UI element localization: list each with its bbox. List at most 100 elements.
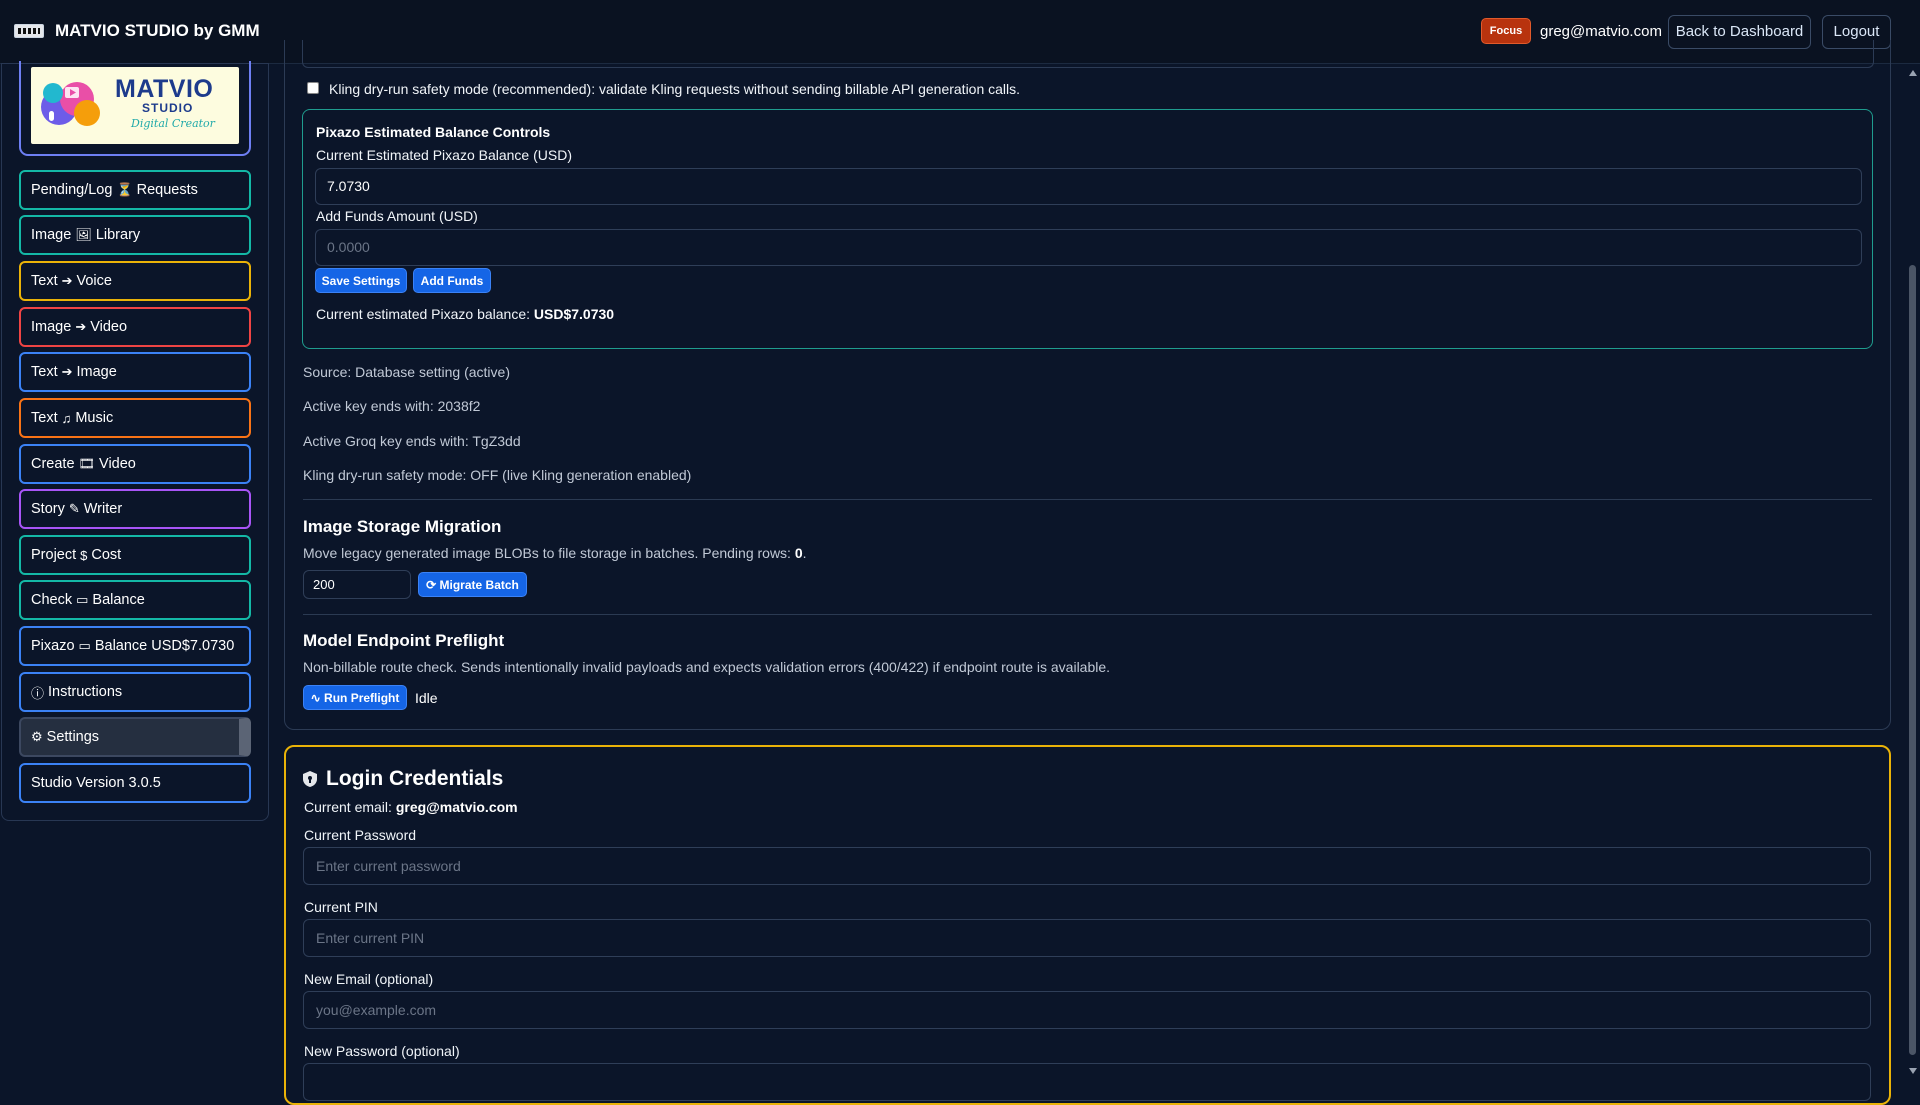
arrow-circle-icon: ➔ — [61, 273, 73, 288]
pending-rows-count: 0 — [794, 545, 803, 561]
sidebar-item-create-video[interactable]: Create 🎞 Video — [19, 444, 251, 484]
scroll-down-arrow-icon[interactable] — [1909, 1068, 1917, 1074]
migration-desc-suffix: . — [802, 545, 807, 561]
active-key-status: Active key ends with: 2038f2 — [303, 398, 481, 414]
migrate-batch-button[interactable]: ⟳ Migrate Batch — [418, 572, 527, 597]
source-status: Source: Database setting (active) — [303, 364, 510, 380]
pixazo-balance-value: USD$7.0730 — [533, 306, 615, 322]
current-pin-input[interactable]: Enter current PIN — [303, 919, 1871, 957]
sidebar-item-label: Video — [90, 319, 128, 335]
migrate-batch-label: Migrate Batch — [439, 578, 519, 592]
logo-subtitle: STUDIO — [142, 101, 194, 115]
logo-frame: MATVIO STUDIO Digital Creator — [19, 61, 251, 156]
current-email: Current email: greg@matvio.com — [304, 799, 518, 815]
sidebar-item-label: Instructions — [48, 684, 123, 700]
sidebar-item-image-video[interactable]: Image ➔ Video — [19, 307, 251, 347]
sidebar-item-label: Image — [31, 319, 72, 335]
sidebar-item-label: Pixazo — [31, 638, 75, 654]
scroll-up-arrow-icon[interactable] — [1909, 70, 1917, 76]
pixazo-title: Pixazo Estimated Balance Controls — [316, 124, 551, 140]
batch-size-input[interactable]: 200 — [303, 570, 411, 599]
sidebar-item-label: Text — [31, 410, 58, 426]
balance-label: Current Estimated Pixazo Balance (USD) — [316, 147, 572, 163]
logo: MATVIO STUDIO Digital Creator — [31, 67, 239, 144]
sidebar-item-label: Video — [99, 456, 136, 472]
logo-mark-icon — [41, 82, 100, 126]
sidebar-item-label: Studio Version 3.0.5 — [31, 775, 161, 791]
current-pin-label: Current PIN — [304, 899, 378, 915]
shield-icon — [303, 771, 317, 787]
sidebar-item-story-writer[interactable]: Story ✎ Writer — [19, 489, 251, 529]
wallet-icon: ▭ — [76, 592, 89, 607]
divider — [303, 614, 1872, 615]
save-settings-button[interactable]: Save Settings — [315, 268, 407, 293]
new-password-label: New Password (optional) — [304, 1043, 460, 1059]
music-icon: ♫ — [61, 410, 72, 426]
sidebar-item-pending-log-requests[interactable]: Pending/Log ⏳ Requests — [19, 170, 251, 210]
new-email-input[interactable]: you@example.com — [303, 991, 1871, 1029]
sidebar-item-label: Writer — [83, 501, 123, 517]
sidebar-item-label: Image — [31, 227, 72, 243]
sidebar-item-label: Text — [31, 364, 58, 380]
current-password-input[interactable]: Enter current password — [303, 847, 1871, 885]
wallet-icon: ▭ — [78, 638, 91, 653]
groq-key-status: Active Groq key ends with: TgZ3dd — [303, 433, 521, 449]
kling-dry-run-label: Kling dry-run safety mode (recommended):… — [329, 81, 1021, 97]
sidebar-item-instructions[interactable]: ⓘ Instructions — [19, 672, 251, 712]
user-email: greg@matvio.com — [1540, 23, 1662, 40]
sidebar-item-label: Check — [31, 592, 73, 608]
run-preflight-label: Run Preflight — [324, 691, 400, 705]
sidebar-item-settings[interactable]: ⚙ Settings — [19, 717, 251, 757]
preflight-description: Non-billable route check. Sends intentio… — [303, 659, 1111, 675]
sidebar-item-text-music[interactable]: Text ♫ Music — [19, 398, 251, 438]
preflight-title: Model Endpoint Preflight — [303, 631, 505, 650]
add-funds-input[interactable]: 0.0000 — [315, 229, 1862, 266]
brand-title: MATVIO STUDIO by GMM — [55, 21, 260, 40]
scrollbar-thumb[interactable] — [1909, 265, 1916, 1055]
film-icon: 🎞 — [78, 456, 96, 471]
pixazo-current-balance: Current estimated Pixazo balance: USD$7.… — [316, 306, 614, 322]
migration-title: Image Storage Migration — [303, 517, 502, 536]
sidebar-item-studio-version-3-0-5[interactable]: Studio Version 3.0.5 — [19, 763, 251, 803]
new-email-label: New Email (optional) — [304, 971, 434, 987]
sidebar-item-pixazo-balance-usd-7-0730[interactable]: Pixazo ▭ Balance USD$7.0730 — [19, 626, 251, 666]
logo-title: MATVIO — [115, 75, 214, 103]
info-icon: ⓘ — [31, 685, 45, 701]
sidebar-item-label: Image — [76, 364, 117, 380]
run-preflight-button[interactable]: ∿ Run Preflight — [303, 685, 407, 710]
sidebar-item-image-library[interactable]: Image 🖼 Library — [19, 215, 251, 255]
gear-icon: ⚙ — [31, 729, 43, 744]
preflight-state: Idle — [415, 690, 438, 706]
current-email-prefix: Current email: — [304, 799, 392, 815]
divider — [303, 499, 1872, 500]
sidebar-item-label: Voice — [76, 273, 112, 289]
balance-input[interactable]: 7.0730 — [315, 168, 1862, 205]
sidebar-item-label: Music — [75, 410, 114, 426]
sidebar-item-text-image[interactable]: Text ➔ Image — [19, 352, 251, 392]
input-edge — [302, 40, 1874, 68]
current-password-label: Current Password — [304, 827, 417, 843]
kling-dry-run-checkbox[interactable] — [307, 82, 319, 94]
pulse-icon: ∿ — [310, 691, 321, 705]
sidebar-item-project-cost[interactable]: Project $ Cost — [19, 535, 251, 575]
migration-desc-text: Move legacy generated image BLOBs to fil… — [303, 545, 791, 561]
add-funds-button[interactable]: Add Funds — [413, 268, 491, 293]
kling-mode-status: Kling dry-run safety mode: OFF (live Kli… — [303, 467, 692, 483]
image-icon: 🖼 — [75, 227, 92, 242]
sidebar-item-check-balance[interactable]: Check ▭ Balance — [19, 580, 251, 620]
new-password-input[interactable] — [303, 1063, 1871, 1101]
sidebar-item-label: Pending/Log — [31, 182, 113, 198]
sidebar-item-label: Balance USD$7.0730 — [94, 638, 235, 654]
sidebar-item-label: Create — [31, 456, 75, 472]
hourglass-icon: ⏳ — [116, 182, 133, 197]
sidebar-item-label: Story — [31, 501, 65, 517]
sidebar-item-text-voice[interactable]: Text ➔ Voice — [19, 261, 251, 301]
pixazo-balance-controls: Pixazo Estimated Balance Controls Curren… — [302, 109, 1873, 349]
add-funds-label: Add Funds Amount (USD) — [316, 208, 478, 224]
sidebar-item-label: Balance — [92, 592, 145, 608]
pixazo-balance-prefix: Current estimated Pixazo balance: — [316, 306, 530, 322]
sidebar-item-label: Library — [95, 227, 141, 243]
keyboard-icon — [14, 24, 44, 38]
arrow-circle-icon: ➔ — [75, 319, 87, 334]
migration-description: Move legacy generated image BLOBs to fil… — [303, 545, 807, 561]
